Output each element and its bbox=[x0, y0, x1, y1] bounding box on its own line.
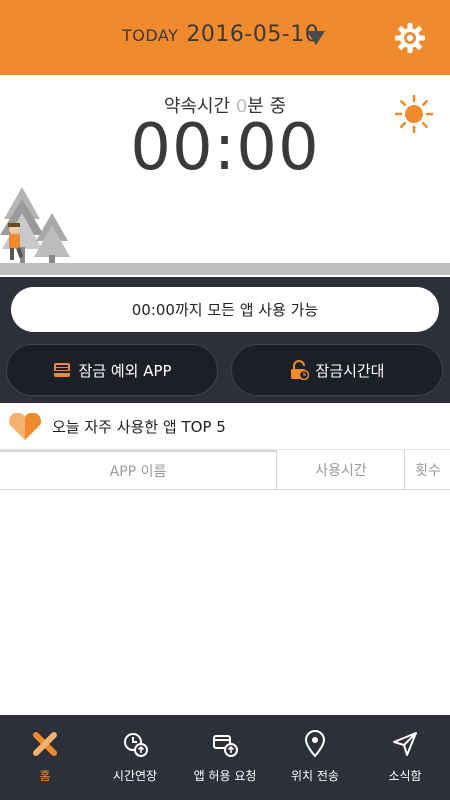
time-extend-icon bbox=[124, 733, 148, 757]
availability-pill: 00:00까지 모든 앱 사용 가능 bbox=[11, 287, 439, 332]
nav-item-home[interactable]: 홈 bbox=[0, 715, 90, 800]
date-value: 2016-05-10 bbox=[186, 22, 320, 47]
status-area: 약속시간 0분 중 00:00 bbox=[0, 75, 450, 280]
top5-section-header: 오늘 자주 사용한 앱 TOP 5 bbox=[0, 403, 450, 450]
trees-walker-illustration bbox=[0, 187, 70, 265]
bottom-nav: 홈 시간연장 앱 허용 요청 위치 전송 소식함 bbox=[0, 715, 450, 800]
nav-label-inbox: 소식함 bbox=[388, 769, 422, 783]
heart-icon bbox=[9, 413, 41, 440]
sun-icon bbox=[394, 94, 434, 134]
lock-time-zone-label: 잠금시간대 bbox=[315, 361, 385, 380]
dropdown-arrow-icon[interactable] bbox=[307, 31, 325, 45]
gear-icon[interactable] bbox=[394, 22, 426, 54]
table-header: APP 이름 사용시간 횟수 bbox=[0, 450, 450, 490]
send-icon bbox=[393, 732, 417, 756]
nav-item-time-extend[interactable]: 시간연장 bbox=[90, 715, 180, 800]
nav-item-inbox[interactable]: 소식함 bbox=[360, 715, 450, 800]
ground-bar bbox=[0, 263, 450, 275]
inbox-tray-icon bbox=[54, 363, 71, 377]
nav-label-time-extend: 시간연장 bbox=[112, 769, 158, 783]
app-request-icon bbox=[213, 735, 238, 757]
column-usage-time: 사용시간 bbox=[278, 450, 405, 490]
today-label: TODAY bbox=[122, 26, 179, 45]
nav-label-location: 위치 전송 bbox=[291, 769, 339, 783]
nav-label-home: 홈 bbox=[39, 769, 51, 783]
home-x-icon bbox=[33, 732, 57, 756]
location-pin-icon bbox=[304, 730, 326, 758]
lock-time-zone-button[interactable]: 잠금시간대 bbox=[231, 344, 443, 396]
usage-timer: 00:00 bbox=[130, 111, 320, 185]
column-app-name: APP 이름 bbox=[0, 450, 277, 490]
lock-clock-icon bbox=[291, 360, 310, 380]
nav-item-app-request[interactable]: 앱 허용 요청 bbox=[180, 715, 270, 800]
date-selector[interactable]: TODAY 2016-05-10 bbox=[122, 22, 319, 47]
column-count: 횟수 bbox=[415, 463, 441, 479]
nav-item-location[interactable]: 위치 전송 bbox=[270, 715, 360, 800]
lock-exception-app-label: 잠금 예외 APP bbox=[78, 361, 172, 380]
app-header: TODAY 2016-05-10 bbox=[0, 0, 450, 75]
top5-title: 오늘 자주 사용한 앱 TOP 5 bbox=[52, 418, 226, 436]
lock-exception-app-button[interactable]: 잠금 예외 APP bbox=[6, 344, 218, 396]
nav-label-app-request: 앱 허용 요청 bbox=[193, 769, 257, 783]
control-panel: 00:00까지 모든 앱 사용 가능 잠금 예외 APP 잠금시간대 bbox=[0, 277, 450, 403]
